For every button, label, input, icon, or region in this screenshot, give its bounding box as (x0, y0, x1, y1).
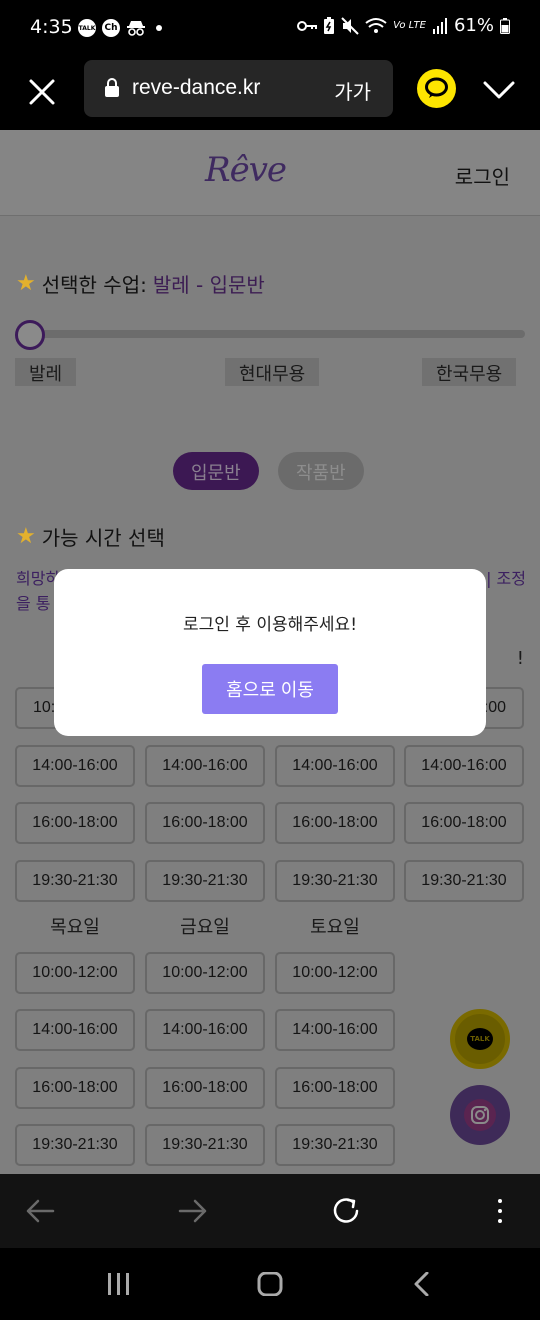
time-slot[interactable]: 19:30-21:30 (15, 1124, 135, 1166)
recent-apps-icon[interactable] (105, 1272, 133, 1296)
time-slot[interactable]: 10:00-12:00 (15, 952, 135, 994)
reload-icon[interactable] (331, 1196, 363, 1226)
time-select-title: 가능 시간 선택 (41, 526, 165, 550)
slider-label-korean[interactable]: 한국무용 (422, 358, 517, 386)
time-slot[interactable]: 16:00-18:00 (145, 802, 265, 844)
time-slot[interactable]: 19:30-21:30 (145, 1124, 265, 1166)
time-slot[interactable]: 14:00-16:00 (145, 745, 265, 787)
day-label-saturday: 토요일 (310, 917, 360, 938)
slider-label-ballet[interactable]: 발레 (15, 358, 77, 386)
battery-percent: 61% (453, 15, 494, 36)
time-slot[interactable]: 16:00-18:00 (275, 1067, 395, 1109)
kakaotalk-notification-icon: TALK (78, 19, 96, 37)
time-slot[interactable]: 14:00-16:00 (15, 745, 135, 787)
star-icon: ★ (16, 524, 36, 549)
system-icons: Vo LTE 61% (297, 15, 510, 36)
selected-class-prefix: 선택한 수업: (41, 273, 147, 297)
kakaotalk-float-button[interactable]: TALK (450, 1009, 510, 1069)
more-notifications-dot (156, 25, 162, 31)
time-slot[interactable]: 16:00-18:00 (15, 802, 135, 844)
talk-icon: TALK (467, 1028, 493, 1050)
home-icon[interactable] (256, 1272, 284, 1296)
time-slot[interactable]: 10:00-12:00 (275, 952, 395, 994)
kakao-chat-button[interactable] (417, 69, 456, 108)
signal-icon (432, 17, 447, 34)
time-slot[interactable]: 10:00-12:00 (145, 952, 265, 994)
browser-toolbar: reve-dance.kr 가가 (0, 56, 540, 130)
close-icon[interactable] (26, 76, 58, 108)
incognito-icon (127, 21, 145, 36)
level-beginner-button[interactable]: 입문반 (173, 452, 259, 490)
time-slot[interactable]: 19:30-21:30 (145, 860, 265, 902)
level-performance-button[interactable]: 작품반 (278, 452, 364, 490)
battery-saver-icon (324, 16, 335, 34)
back-icon[interactable] (410, 1272, 434, 1296)
volte-icon: Vo LTE (393, 20, 426, 31)
modal-message: 로그인 후 이용해주세요! (182, 615, 358, 635)
login-required-modal: 로그인 후 이용해주세요! 홈으로 이동 (54, 569, 486, 736)
time-slot[interactable]: 14:00-16:00 (404, 745, 524, 787)
time-slot[interactable]: 19:30-21:30 (275, 860, 395, 902)
time-slot[interactable]: 16:00-18:00 (145, 1067, 265, 1109)
time-slot[interactable]: 19:30-21:30 (404, 860, 524, 902)
mute-icon (341, 16, 359, 35)
slider-label-modern[interactable]: 현대무용 (225, 358, 320, 386)
key-icon (297, 20, 318, 31)
selected-class-value: 발레 - 입문반 (152, 273, 265, 297)
day-label-friday: 금요일 (180, 917, 230, 938)
lock-icon (105, 78, 119, 97)
back-arrow-icon[interactable] (24, 1196, 56, 1226)
time-slot[interactable]: 14:00-16:00 (275, 1009, 395, 1051)
url-text: reve-dance.kr (132, 76, 261, 99)
login-link[interactable]: 로그인 (455, 161, 510, 190)
class-slider-thumb[interactable] (15, 320, 45, 350)
star-icon: ★ (16, 271, 36, 296)
speech-bubble-icon (425, 77, 448, 98)
instagram-float-button[interactable] (450, 1085, 510, 1145)
time-slot[interactable]: 19:30-21:30 (15, 860, 135, 902)
time-slot[interactable]: 16:00-18:00 (275, 802, 395, 844)
more-options-icon[interactable] (490, 1196, 510, 1226)
go-home-button[interactable]: 홈으로 이동 (202, 664, 338, 714)
battery-icon (500, 17, 510, 34)
text-size-button[interactable]: 가가 (334, 76, 371, 105)
address-bar[interactable]: reve-dance.kr 가가 (84, 60, 393, 117)
status-time: 4:35 (30, 16, 73, 38)
site-logo[interactable]: Rêve (205, 150, 287, 190)
day-label-thursday: 목요일 (50, 917, 100, 938)
instagram-icon (464, 1099, 496, 1131)
system-navigation-bar (0, 1248, 540, 1320)
forward-arrow-icon[interactable] (177, 1196, 209, 1226)
browser-bottom-toolbar (0, 1174, 540, 1248)
time-slot[interactable]: 16:00-18:00 (15, 1067, 135, 1109)
time-slot[interactable]: 14:00-16:00 (15, 1009, 135, 1051)
chevron-down-icon[interactable] (482, 76, 516, 104)
channel-notification-icon: Ch (102, 19, 120, 37)
selected-class-heading: ★ 선택한 수업: 발레 - 입문반 (16, 269, 265, 298)
time-slot[interactable]: 19:30-21:30 (275, 1124, 395, 1166)
time-slot[interactable]: 14:00-16:00 (145, 1009, 265, 1051)
time-slot[interactable]: 14:00-16:00 (275, 745, 395, 787)
wifi-icon (365, 17, 387, 33)
time-select-heading: ★ 가능 시간 선택 (16, 522, 165, 551)
notification-icons: TALK Ch (78, 19, 162, 37)
site-header: Rêve 로그인 (0, 130, 540, 216)
status-bar: 4:35 TALK Ch Vo LTE 61% (0, 0, 540, 56)
time-slot[interactable]: 16:00-18:00 (404, 802, 524, 844)
class-slider-track[interactable] (30, 330, 525, 338)
